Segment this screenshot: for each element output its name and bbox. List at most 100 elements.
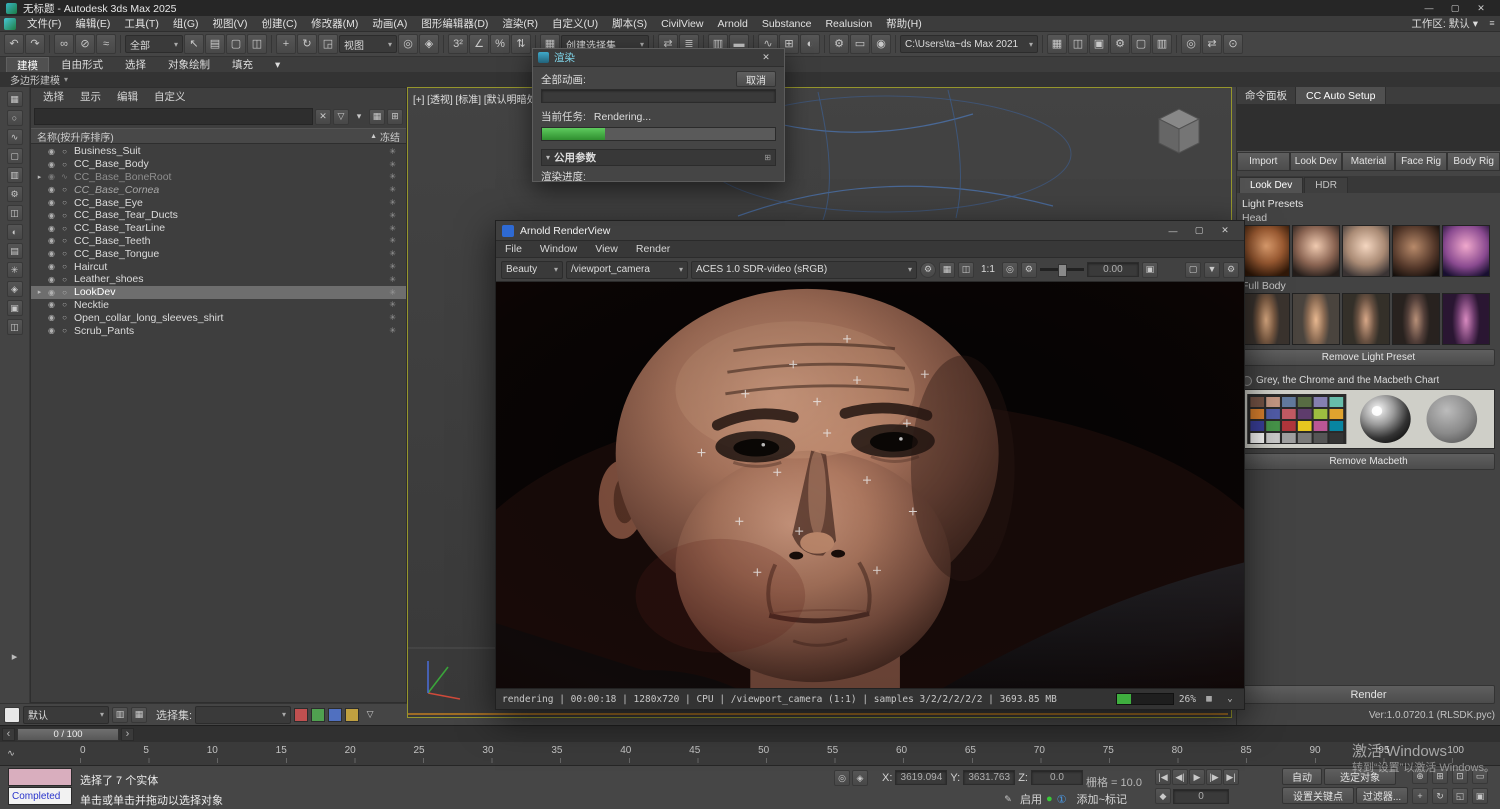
frozen-icon[interactable]: ✳	[389, 288, 396, 297]
pencil-icon[interactable]: ✎	[1000, 791, 1016, 807]
side-toolbar-icon[interactable]: ◫	[6, 319, 23, 335]
visibility-icon[interactable]: ◉	[46, 275, 57, 284]
next-frame-button[interactable]: |▶	[1206, 769, 1222, 785]
minimize-button[interactable]: —	[1160, 224, 1186, 238]
tab-modeling[interactable]: 建模	[6, 57, 49, 72]
select-by-name-button[interactable]: ▤	[205, 34, 225, 54]
viewport-label[interactable]: [+] [透视] [标准] [默认明暗处理]	[413, 91, 549, 106]
visibility-icon[interactable]: ◉	[46, 160, 57, 169]
menu-rendering[interactable]: 渲染(R)	[495, 16, 545, 31]
visibility-icon[interactable]: ◉	[46, 185, 57, 194]
orbit-icon[interactable]: ↻	[1432, 788, 1448, 804]
table-row[interactable]: ◉ ○ CC_Base_Body ✳	[31, 158, 406, 171]
render-button[interactable]: Render	[1242, 685, 1495, 704]
background-icon[interactable]: ▣	[1141, 261, 1158, 278]
expand-icon[interactable]: ▸	[35, 173, 44, 181]
side-toolbar-icon[interactable]: ⚙	[6, 186, 23, 202]
chevron-down-icon[interactable]: ▾	[351, 109, 367, 125]
frame-forward-button[interactable]: ›	[121, 727, 134, 741]
frozen-icon[interactable]: ✳	[389, 249, 396, 258]
panel-collapse-arrow[interactable]: ▸	[12, 650, 18, 663]
time-slider[interactable]: ‹ 0 / 100 ›	[0, 725, 1500, 742]
selected-objects-button[interactable]: 选定对象	[1324, 768, 1396, 785]
filter-funnel-icon[interactable]: ▽	[362, 707, 378, 723]
menu-create[interactable]: 创建(C)	[255, 16, 305, 31]
tab-populate[interactable]: 填充	[222, 57, 263, 72]
table-row[interactable]: ◉ ○ Scrub_Pants ✳	[31, 324, 406, 337]
material-button[interactable]: Material	[1342, 152, 1395, 171]
frozen-icon[interactable]: ✳	[389, 211, 396, 220]
side-toolbar-icon[interactable]: ◫	[6, 205, 23, 221]
menu-edit[interactable]: 编辑(E)	[68, 16, 117, 31]
toolbar-extra-6[interactable]: ▥	[1152, 34, 1172, 54]
set-green-icon[interactable]	[311, 707, 326, 722]
common-params-section[interactable]: ▾ 公用参数 ⊞	[541, 149, 776, 166]
spinner-snap-button[interactable]: ⇅	[511, 34, 531, 54]
expand-status-icon[interactable]: ⌄	[1222, 691, 1238, 707]
tab-freeform[interactable]: 自由形式	[51, 57, 113, 72]
table-row[interactable]: ◉ ○ CC_Base_Tongue ✳	[31, 247, 406, 260]
side-toolbar-icon[interactable]: ▥	[6, 167, 23, 183]
visibility-icon[interactable]: ◉	[46, 288, 57, 297]
frozen-icon[interactable]: ✳	[389, 160, 396, 169]
head-preset-4[interactable]	[1392, 225, 1440, 277]
max-logo-icon[interactable]	[4, 17, 16, 30]
visibility-icon[interactable]: ◉	[46, 326, 57, 335]
frozen-icon[interactable]: ✳	[389, 236, 396, 245]
toolbar-extra-2[interactable]: ◫	[1068, 34, 1088, 54]
visibility-icon[interactable]: ◉	[46, 249, 57, 258]
side-toolbar-icon[interactable]: ▣	[6, 300, 23, 316]
remove-light-preset-button[interactable]: Remove Light Preset	[1242, 349, 1495, 366]
log-icon[interactable]: ▦	[1201, 691, 1217, 707]
explorer-menu-customize[interactable]: 自定义	[146, 89, 194, 104]
menu-arnold[interactable]: Arnold	[710, 16, 754, 31]
select-rotate-button[interactable]: ↻	[297, 34, 317, 54]
body-rig-button[interactable]: Body Rig	[1447, 152, 1500, 171]
exposure-gear-icon[interactable]: ⚙	[1020, 261, 1037, 278]
side-toolbar-icon[interactable]: ∿	[6, 129, 23, 145]
side-toolbar-icon[interactable]: ▢	[6, 148, 23, 164]
head-preset-2[interactable]	[1292, 225, 1340, 277]
minimize-button[interactable]: —	[1416, 1, 1442, 15]
menu-help[interactable]: 帮助(H)	[879, 16, 929, 31]
viewport-extra-icon[interactable]: ▣	[1472, 788, 1488, 804]
menu-window[interactable]: Window	[531, 243, 586, 255]
maximize-viewport-icon[interactable]: ◱	[1452, 788, 1468, 804]
zoom-all-icon[interactable]: ⊞	[1432, 768, 1448, 784]
render-production-button[interactable]: ◉	[871, 34, 891, 54]
toolbar-extra-4[interactable]: ⚙	[1110, 34, 1130, 54]
clear-search-icon[interactable]: ✕	[315, 108, 331, 125]
table-row[interactable]: ◉ ○ CC_Base_Tear_Ducts ✳	[31, 209, 406, 222]
toolbar-extra-7[interactable]: ◎	[1181, 34, 1201, 54]
head-preset-3[interactable]	[1342, 225, 1390, 277]
body-preset-3[interactable]	[1342, 293, 1390, 345]
select-manipulate-button[interactable]: ◈	[419, 34, 439, 54]
menu-render[interactable]: Render	[627, 243, 679, 255]
listener-line[interactable]: Completed	[8, 787, 72, 805]
angle-snap-button[interactable]: ∠	[469, 34, 489, 54]
menu-view[interactable]: View	[586, 243, 627, 255]
menu-substance[interactable]: Substance	[755, 16, 819, 31]
set-key-button[interactable]: 设置关键点	[1282, 787, 1354, 804]
frozen-icon[interactable]: ✳	[389, 185, 396, 194]
visibility-icon[interactable]: ◉	[46, 262, 57, 271]
explorer-menu-select[interactable]: 选择	[35, 89, 72, 104]
visibility-icon[interactable]: ◉	[46, 313, 57, 322]
colorspace-selector[interactable]: ACES 1.0 SDR-video (sRGB) ▾	[691, 260, 917, 279]
column-name-header[interactable]: 名称(按升序排序)	[37, 129, 114, 144]
new-layer-icon[interactable]: ▦	[131, 706, 147, 723]
material-editor-button[interactable]: ◐	[800, 34, 820, 54]
import-button[interactable]: Import	[1237, 152, 1290, 171]
frozen-icon[interactable]: ✳	[389, 275, 396, 284]
tab-selection[interactable]: 选择	[115, 57, 156, 72]
expand-icon[interactable]: ▸	[35, 288, 44, 296]
body-preset-4[interactable]	[1392, 293, 1440, 345]
section-pin-icon[interactable]: ⊞	[764, 153, 771, 162]
table-row[interactable]: ◉ ○ Leather_shoes ✳	[31, 273, 406, 286]
bind-spacewarp-button[interactable]: ≈	[96, 34, 116, 54]
close-button[interactable]: ✕	[1212, 224, 1238, 238]
tab-hdr[interactable]: HDR	[1304, 177, 1348, 193]
render-setup-button[interactable]: ⚙	[829, 34, 849, 54]
add-time-tag[interactable]: 添加~标记	[1077, 791, 1127, 807]
menu-modifiers[interactable]: 修改器(M)	[304, 16, 365, 31]
